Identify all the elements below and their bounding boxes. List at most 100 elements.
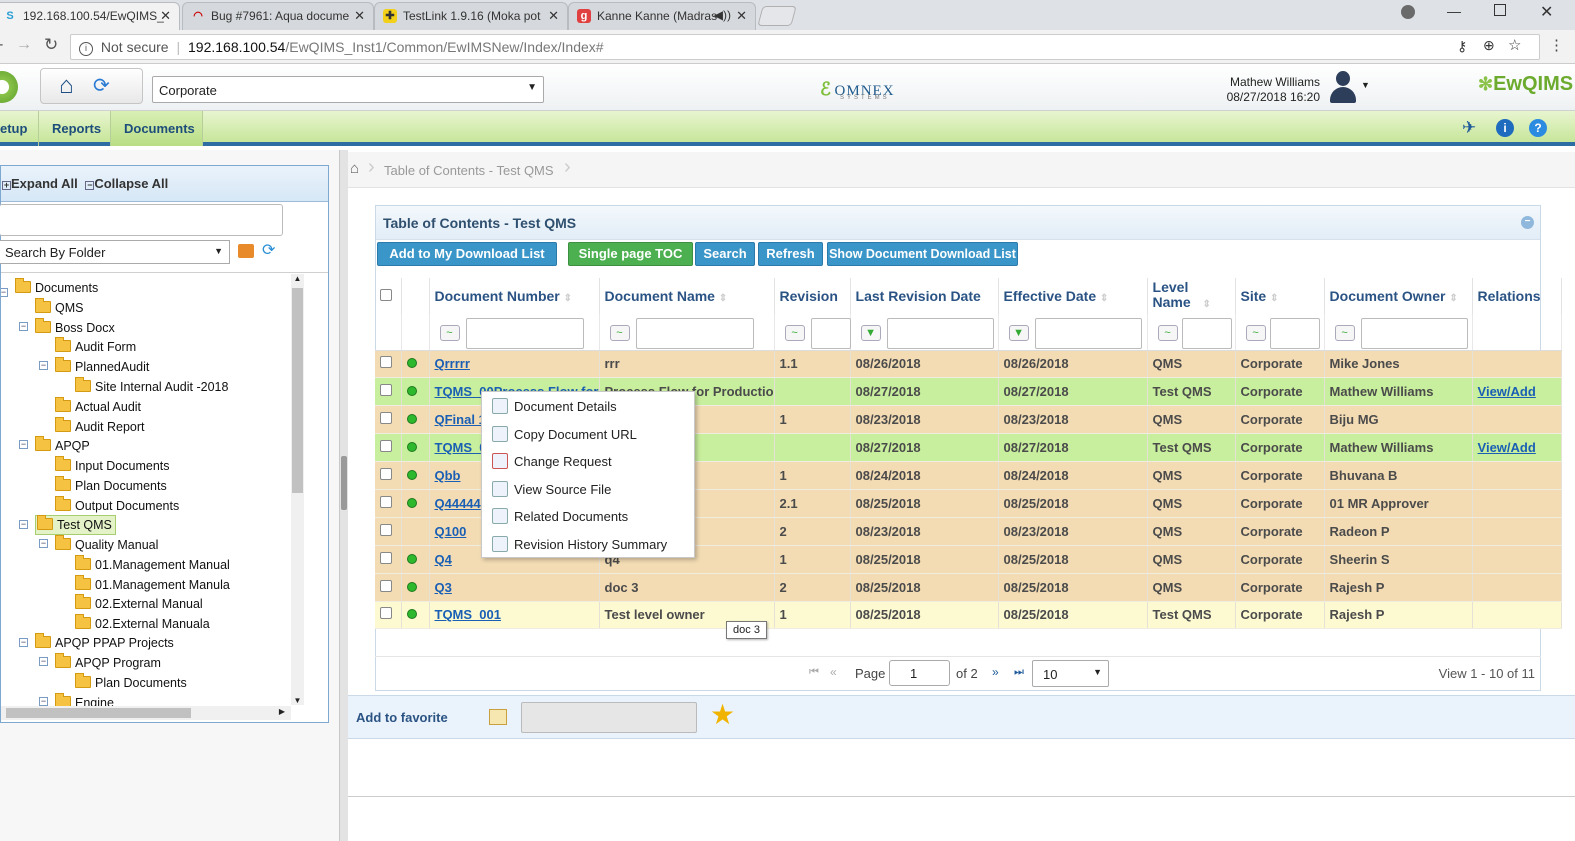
show-download-list-button[interactable]: Show Document Download List [827, 242, 1018, 266]
filter-effective-date-input[interactable] [1034, 318, 1142, 349]
col-relations[interactable]: Relations [1472, 278, 1562, 314]
prev-page-icon[interactable]: « [830, 665, 837, 679]
col-effective-date[interactable]: Effective Date ⇕ [998, 278, 1148, 314]
breadcrumb-item[interactable]: Table of Contents - Test QMS [384, 163, 554, 178]
relations-link[interactable]: View/Add [1478, 384, 1536, 399]
filter-funnel-icon[interactable]: ▼ [1008, 325, 1029, 341]
user-menu-chevron-icon[interactable]: ▼ [1361, 80, 1370, 90]
tree-node-apqp-program[interactable]: APQP Program [55, 653, 161, 673]
ctx-copy-document-url[interactable]: Copy Document URL [492, 425, 637, 445]
pin-icon[interactable]: ✈ [1462, 118, 1476, 138]
info-icon[interactable]: i [1496, 119, 1514, 137]
filter-level-input[interactable] [1181, 318, 1232, 349]
row-checkbox[interactable] [380, 384, 392, 397]
collapse-all-link[interactable]: Collapse All [94, 176, 168, 191]
browser-menu-icon[interactable]: ⋮ [1549, 36, 1564, 54]
document-number-link[interactable]: QFinal 1 [435, 412, 486, 427]
ctx-revision-history-summary[interactable]: Revision History Summary [492, 535, 667, 555]
search-button[interactable]: Search [695, 242, 755, 266]
reload-icon[interactable]: ↻ [44, 35, 58, 55]
search-mode-select[interactable]: Search By Folder ▼ [0, 240, 230, 264]
row-checkbox[interactable] [380, 468, 392, 480]
help-icon[interactable]: ? [1529, 119, 1547, 137]
col-level-name[interactable]: Level Name ⇕ [1147, 278, 1236, 314]
tree-node-qms[interactable]: QMS [35, 298, 83, 318]
maximize-icon[interactable] [1494, 4, 1506, 16]
document-number-link[interactable]: TQMS_0 [435, 440, 487, 455]
page-number-input[interactable]: 1 [889, 660, 950, 686]
tree-node-boss-docx[interactable]: Boss Docx [35, 318, 115, 338]
row-checkbox[interactable] [380, 523, 392, 536]
collapse-node-icon[interactable]: − [39, 539, 48, 548]
row-checkbox[interactable] [380, 412, 392, 425]
collapse-node-icon[interactable]: − [39, 697, 48, 706]
zoom-icon[interactable]: ⊕ [1483, 37, 1495, 54]
row-checkbox[interactable] [380, 551, 392, 564]
tree-node-audit-form[interactable]: Audit Form [55, 337, 136, 357]
folder-tree-icon[interactable] [489, 709, 507, 725]
tree-node-audit-report[interactable]: Audit Report [55, 417, 144, 437]
collapse-node-icon[interactable]: − [1, 288, 8, 297]
tree-node-documents[interactable]: Documents [15, 278, 98, 298]
close-tab-icon[interactable]: ✕ [354, 8, 365, 24]
document-number-link[interactable]: Q44444 [435, 496, 481, 511]
key-icon[interactable]: ⚷ [1457, 38, 1467, 55]
select-all-checkbox[interactable] [380, 289, 392, 301]
filter-document-number-input[interactable] [465, 318, 584, 349]
filter-operator-icon[interactable]: ~ [1334, 325, 1355, 341]
menu-documents[interactable]: Documents [111, 111, 203, 146]
tree-node-input-documents[interactable]: Input Documents [55, 456, 170, 476]
table-row[interactable]: Qrrrrr rrr 1.1 08/26/2018 08/26/2018 QMS Corpo… [375, 350, 1562, 379]
filter-operator-icon[interactable]: ~ [1245, 325, 1266, 341]
add-to-download-list-button[interactable]: Add to My Download List [377, 242, 557, 266]
info-circle-icon[interactable]: i [79, 42, 93, 56]
browser-tab-song[interactable]: g Kanne Kanne (Madras ◀)) ✕ [568, 2, 756, 30]
page-size-select[interactable]: 10 ▼ [1032, 660, 1109, 687]
document-number-link[interactable]: Q3 [435, 580, 452, 595]
filter-operator-icon[interactable]: ~ [1157, 325, 1178, 341]
ctx-document-details[interactable]: Document Details [492, 397, 617, 417]
filter-operator-icon[interactable]: ~ [784, 325, 805, 341]
col-document-number[interactable]: Document Number ⇕ [429, 278, 600, 314]
tree-node-output-documents[interactable]: Output Documents [55, 496, 179, 516]
tree-node-management-manual[interactable]: 01.Management Manual [75, 555, 230, 575]
folder-search-icon[interactable] [238, 244, 254, 258]
ctx-view-source-file[interactable]: View Source File [492, 480, 611, 500]
table-row[interactable]: TQMS_001 Test level owner 1 08/25/2018 08/25… [375, 601, 1562, 630]
filter-operator-icon[interactable]: ~ [609, 325, 630, 341]
document-number-link[interactable]: Qrrrrr [435, 356, 470, 371]
new-tab-button[interactable] [757, 6, 797, 26]
last-page-icon[interactable]: ⏭ [1014, 666, 1024, 679]
tree-node-actual-audit[interactable]: Actual Audit [55, 397, 141, 417]
document-number-link[interactable]: TQMS_001 [435, 607, 501, 622]
tree-node-engine[interactable]: Engine [55, 693, 114, 706]
refresh-button[interactable]: Refresh [758, 242, 823, 266]
collapse-node-icon[interactable]: − [39, 657, 48, 666]
document-number-link[interactable]: Q100 [435, 524, 467, 539]
tree-node-site-internal-audit[interactable]: Site Internal Audit -2018 [75, 377, 228, 397]
tree-search-input[interactable] [0, 204, 283, 236]
collapse-node-icon[interactable]: − [39, 361, 48, 370]
browser-tab-testlink[interactable]: ✚ TestLink 1.9.16 (Moka pot ✕ [374, 2, 568, 30]
filter-revision-input[interactable] [810, 318, 851, 349]
close-window-icon[interactable]: ✕ [1540, 2, 1553, 22]
document-number-link[interactable]: Q4 [435, 552, 452, 567]
menu-reports[interactable]: Reports [39, 111, 111, 146]
first-page-icon[interactable]: ⏮ [809, 666, 819, 679]
row-checkbox[interactable] [380, 440, 392, 453]
close-tab-icon[interactable]: ✕ [548, 8, 559, 24]
tree-node-external-manuala[interactable]: 02.External Manuala [75, 614, 210, 634]
site-select[interactable]: Corporate ▼ [152, 76, 544, 103]
row-checkbox[interactable] [380, 607, 392, 620]
tree-node-plan-documents[interactable]: Plan Documents [55, 476, 167, 496]
table-row[interactable]: Q3 doc 3 2 08/25/2018 08/25/2018 QMS Corporate… [375, 573, 1562, 602]
menu-setup[interactable]: etup [0, 111, 39, 146]
tree-refresh-icon[interactable]: ⟳ [262, 240, 275, 260]
filter-funnel-icon[interactable]: ▼ [860, 325, 881, 341]
splitter[interactable] [339, 150, 348, 841]
home-icon[interactable]: ⌂ [59, 73, 74, 99]
close-tab-icon[interactable]: ✕ [736, 8, 747, 24]
avatar[interactable] [1329, 69, 1357, 105]
tree-node-plannedaudit[interactable]: PlannedAudit [55, 357, 149, 377]
breadcrumb-home-icon[interactable]: ⌂ [350, 160, 359, 177]
